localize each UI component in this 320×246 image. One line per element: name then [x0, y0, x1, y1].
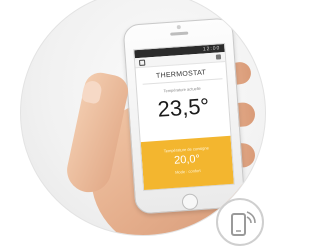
current-temperature: 23,5°	[156, 93, 211, 122]
menu-icon[interactable]	[138, 59, 146, 66]
photo-scene: 12:00 THERMOSTAT Température actuelle 23…	[0, 0, 267, 246]
phone-screen: 12:00 THERMOSTAT Température actuelle 23…	[133, 42, 235, 192]
front-camera	[176, 25, 181, 30]
options-icon[interactable]	[215, 54, 222, 60]
setpoint-panel[interactable]: Température de consigne 20,0° Mode : con…	[140, 135, 234, 192]
home-button	[181, 193, 199, 211]
earpiece-speaker	[170, 31, 189, 36]
smartphone: 12:00 THERMOSTAT Température actuelle 23…	[122, 17, 246, 215]
smartphone-wifi-icon	[231, 211, 256, 236]
smartphone-wifi-badge	[216, 198, 264, 246]
